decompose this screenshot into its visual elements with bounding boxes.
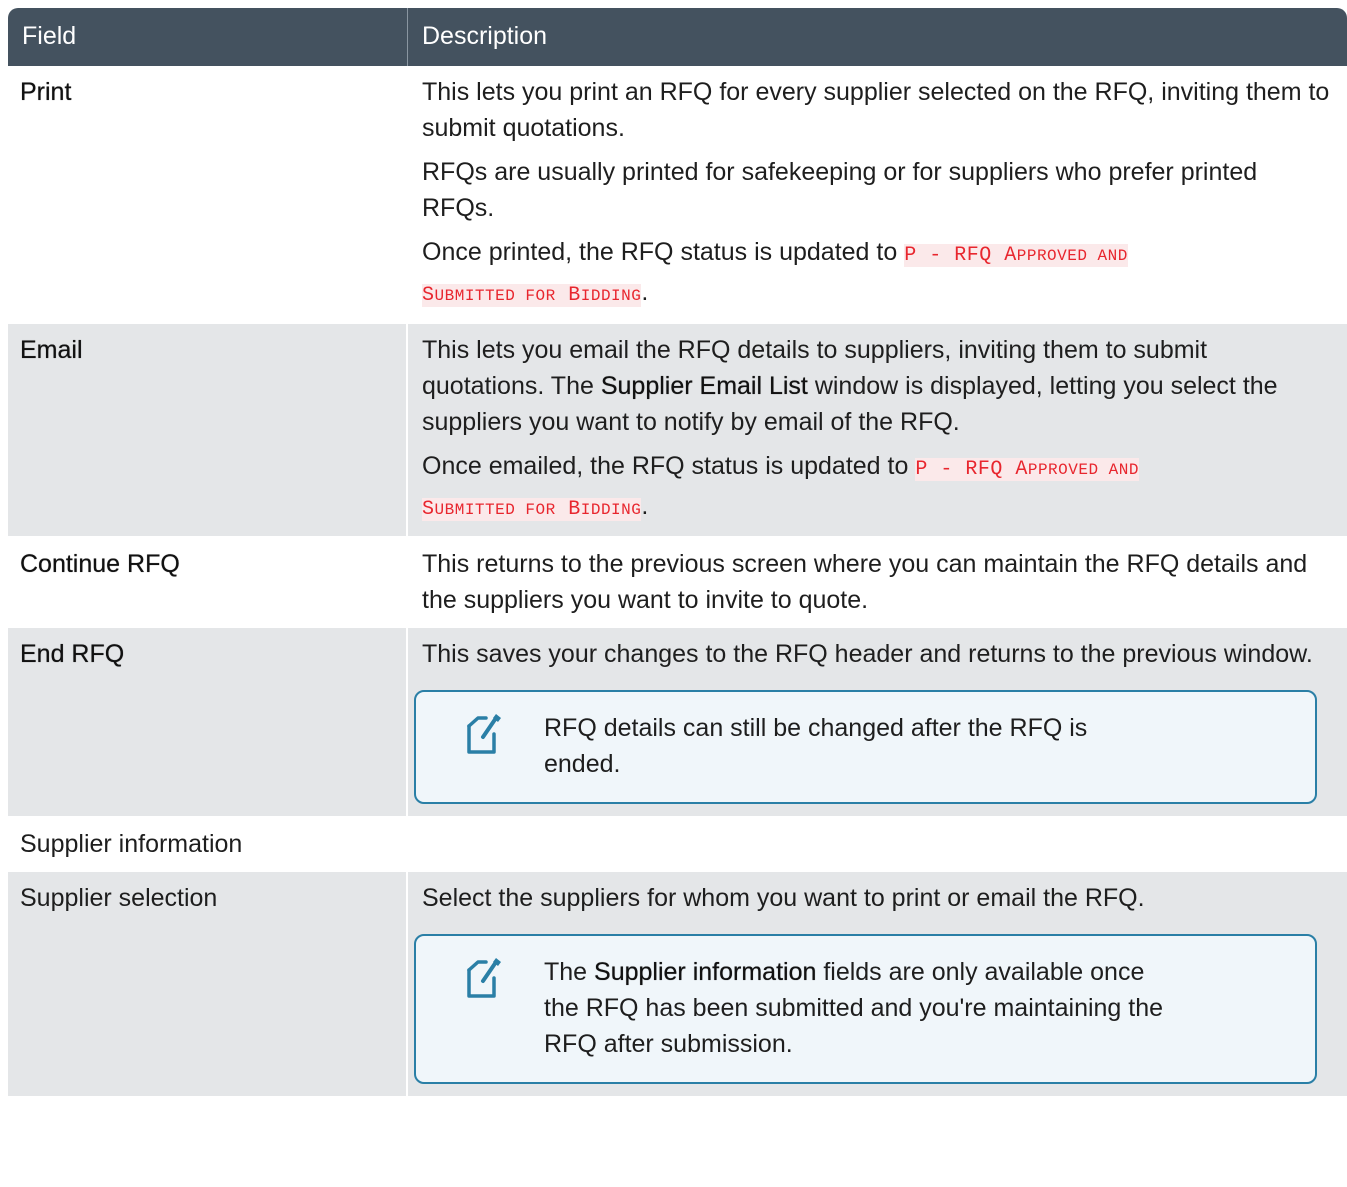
field-name: Email bbox=[8, 324, 408, 536]
text-span: . bbox=[641, 492, 649, 520]
text-span: . bbox=[641, 278, 649, 306]
field-description: This returns to the previous screen wher… bbox=[408, 538, 1347, 626]
description-text: This returns to the previous screen wher… bbox=[422, 550, 1308, 614]
section-name: Supplier information bbox=[8, 818, 408, 870]
field-description: This lets you email the RFQ details to s… bbox=[408, 324, 1347, 536]
table-row: Supplier selection Select the suppliers … bbox=[8, 872, 1347, 1098]
note-box: RFQ details can still be changed after t… bbox=[414, 690, 1317, 804]
table-row: Print This lets you print an RFQ for eve… bbox=[8, 66, 1347, 324]
field-name: Print bbox=[8, 66, 408, 322]
description-text: RFQs are usually printed for safekeeping… bbox=[422, 158, 1258, 222]
note-text: The Supplier information fields are only… bbox=[544, 954, 1164, 1062]
field-description: This saves your changes to the RFQ heade… bbox=[408, 628, 1347, 816]
field-description-table: Field Description Print This lets you pr… bbox=[8, 8, 1347, 1098]
table-row: Continue RFQ This returns to the previou… bbox=[8, 538, 1347, 628]
note-edit-icon bbox=[467, 958, 501, 998]
field-description: Select the suppliers for whom you want t… bbox=[408, 872, 1347, 1096]
field-name: End RFQ bbox=[8, 628, 408, 816]
table-row: End RFQ This saves your changes to the R… bbox=[8, 628, 1347, 818]
header-description: Description bbox=[422, 22, 548, 50]
field-description: This lets you print an RFQ for every sup… bbox=[408, 66, 1347, 322]
field-name: Continue RFQ bbox=[8, 538, 408, 626]
field-name: Supplier selection bbox=[8, 872, 408, 1096]
note-box: The Supplier information fields are only… bbox=[414, 934, 1317, 1084]
description-text: Once emailed, the RFQ status is updated … bbox=[422, 448, 1333, 528]
description-text: This saves your changes to the RFQ heade… bbox=[422, 640, 1313, 668]
table-header: Field Description bbox=[8, 8, 1347, 66]
header-field: Field bbox=[8, 8, 408, 66]
table-row: Email This lets you email the RFQ detail… bbox=[8, 324, 1347, 538]
table-row: Supplier information bbox=[8, 818, 1347, 872]
text-span: Once emailed, the RFQ status is updated … bbox=[422, 452, 916, 480]
text-span: Once printed, the RFQ status is updated … bbox=[422, 238, 905, 266]
description-text: Select the suppliers for whom you want t… bbox=[422, 884, 1145, 912]
window-name: Supplier Email List bbox=[600, 372, 808, 400]
description-text: This lets you print an RFQ for every sup… bbox=[422, 78, 1330, 142]
note-text: RFQ details can still be changed after t… bbox=[544, 714, 1088, 778]
section-ref: Supplier information bbox=[594, 958, 817, 986]
description-text: Once printed, the RFQ status is updated … bbox=[422, 234, 1333, 314]
note-edit-icon bbox=[467, 714, 501, 754]
text-span: The bbox=[544, 958, 595, 986]
description-text: This lets you email the RFQ details to s… bbox=[422, 332, 1333, 440]
field-description bbox=[408, 818, 1347, 870]
